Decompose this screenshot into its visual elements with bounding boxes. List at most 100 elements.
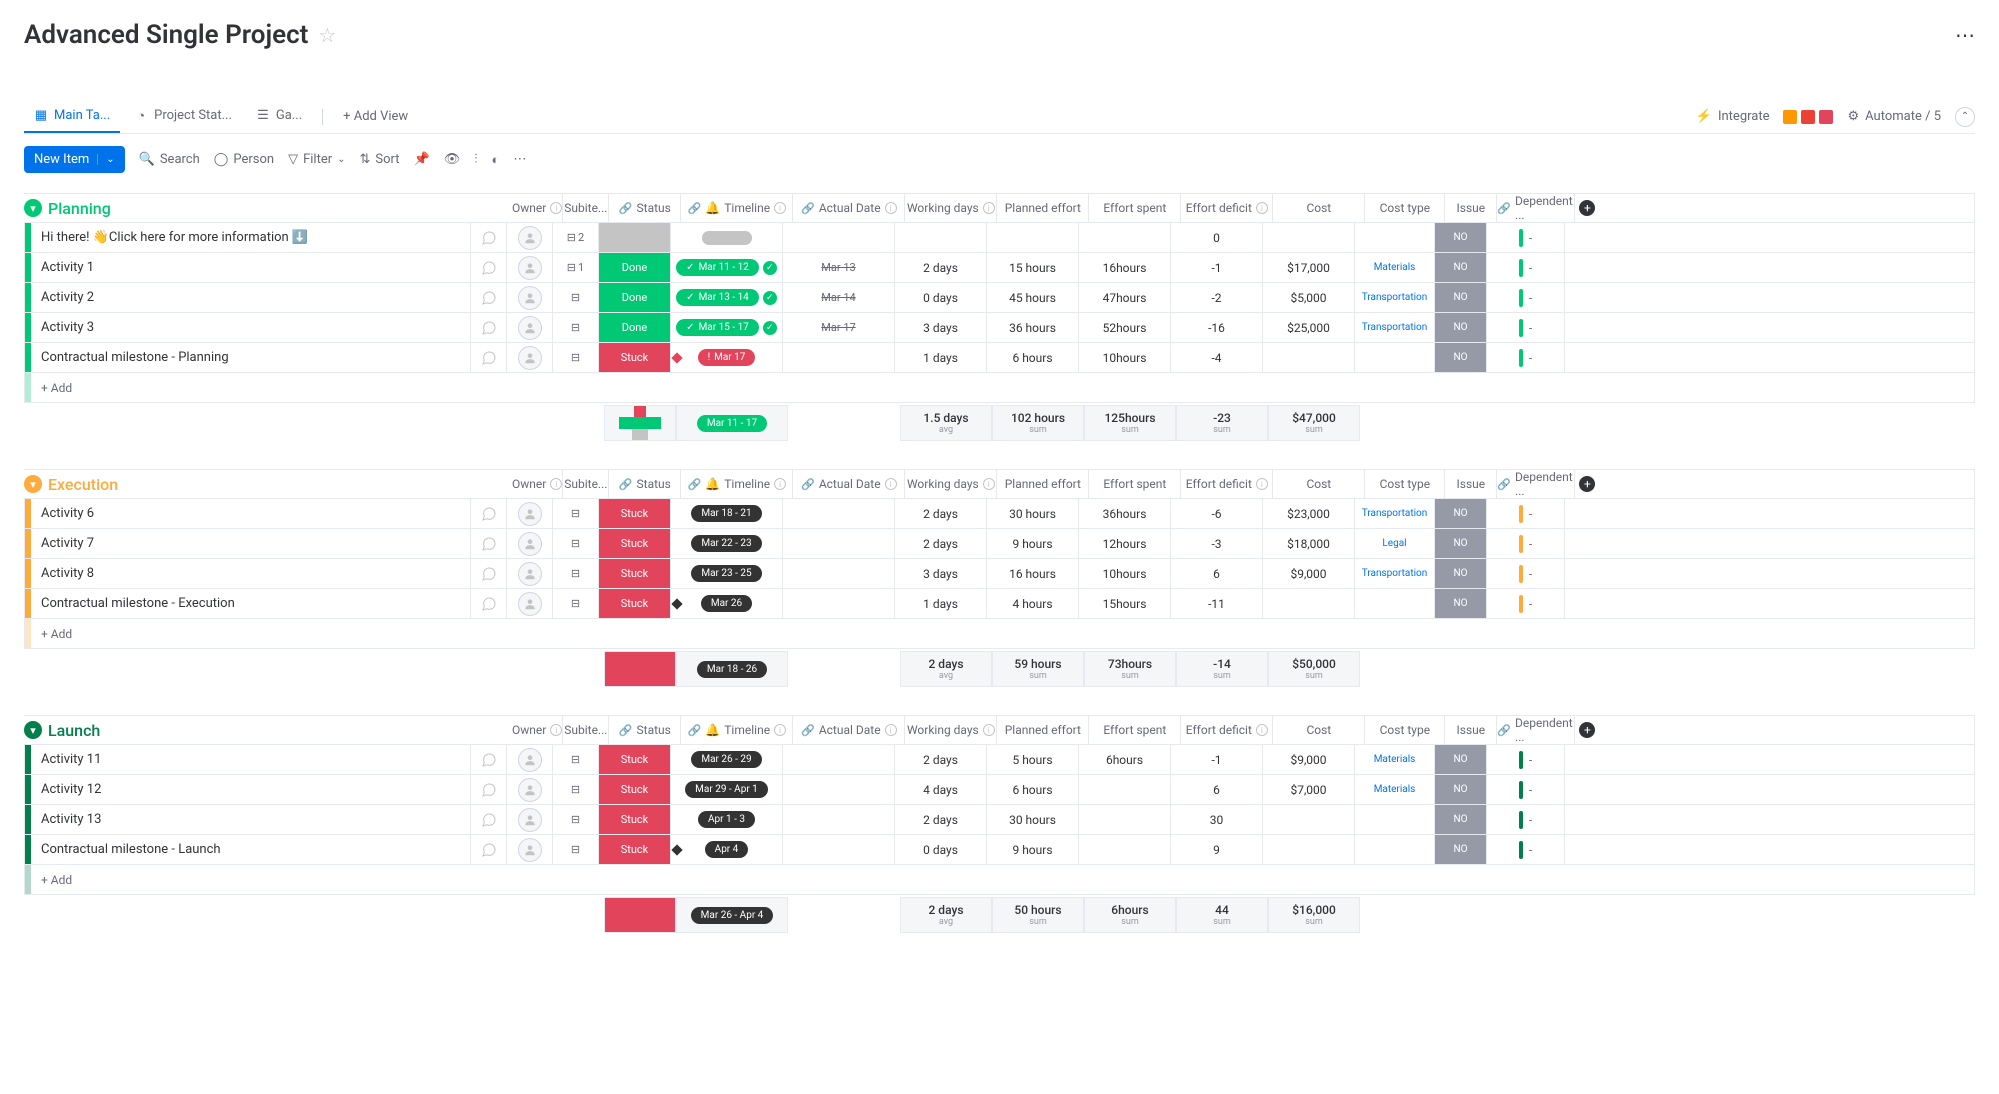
working-days-cell[interactable]: [895, 223, 987, 252]
integration-icon-2[interactable]: [1801, 110, 1815, 124]
issue-cell[interactable]: NO: [1435, 559, 1487, 588]
conversation-icon[interactable]: [471, 223, 507, 252]
collapse-icon[interactable]: ⌃: [1955, 107, 1975, 127]
planned-effort-cell[interactable]: 45 hours: [987, 283, 1079, 312]
cost-cell[interactable]: [1263, 343, 1355, 372]
group-collapse-icon[interactable]: ▾: [24, 199, 42, 217]
actual-date-cell[interactable]: [783, 343, 895, 372]
timeline-pill[interactable]: [702, 231, 752, 245]
group-title[interactable]: Execution: [48, 475, 118, 494]
table-row[interactable]: Hi there! 👋Click here for more informati…: [24, 223, 1975, 253]
conversation-icon[interactable]: [471, 253, 507, 282]
issue-cell[interactable]: NO: [1435, 775, 1487, 804]
star-icon[interactable]: ☆: [318, 23, 336, 47]
column-header-planned[interactable]: Planned effort: [997, 194, 1089, 222]
column-header-costtype[interactable]: Cost type: [1365, 470, 1445, 498]
cost-cell[interactable]: $7,000: [1263, 775, 1355, 804]
timeline-pill[interactable]: Mar 22 - 23: [691, 535, 761, 552]
dependent-cell[interactable]: -: [1487, 343, 1565, 372]
cost-type-cell[interactable]: [1355, 589, 1435, 618]
table-row[interactable]: Activity 7 ⊟ Stuck Mar 22 - 23 2 days 9 …: [24, 529, 1975, 559]
subitems-cell[interactable]: ⊟: [553, 745, 599, 774]
cost-type-cell[interactable]: [1355, 835, 1435, 864]
planned-effort-cell[interactable]: [987, 223, 1079, 252]
column-header-working[interactable]: Working daysi: [905, 194, 997, 222]
issue-cell[interactable]: NO: [1435, 589, 1487, 618]
cost-cell[interactable]: [1263, 835, 1355, 864]
integrate-button[interactable]: ⚡ Integrate: [1696, 109, 1770, 124]
column-header-actual[interactable]: 🔗Actual Datei: [793, 716, 905, 744]
issue-cell[interactable]: NO: [1435, 343, 1487, 372]
search-button[interactable]: 🔍Search: [139, 152, 200, 167]
column-header-status[interactable]: 🔗Status: [609, 470, 681, 498]
working-days-cell[interactable]: 1 days: [895, 589, 987, 618]
owner-cell[interactable]: [507, 745, 553, 774]
column-header-spent[interactable]: Effort spent: [1089, 194, 1181, 222]
effort-deficit-cell[interactable]: -1: [1171, 253, 1263, 282]
dependent-cell[interactable]: -: [1487, 499, 1565, 528]
integration-icon-3[interactable]: [1819, 110, 1833, 124]
owner-cell[interactable]: [507, 313, 553, 342]
status-cell[interactable]: Stuck: [599, 805, 671, 834]
owner-cell[interactable]: [507, 343, 553, 372]
column-header-deficit[interactable]: Effort deficiti: [1181, 716, 1273, 744]
conversation-icon[interactable]: [471, 559, 507, 588]
column-header-costtype[interactable]: Cost type: [1365, 716, 1445, 744]
effort-deficit-cell[interactable]: -2: [1171, 283, 1263, 312]
subitems-cell[interactable]: ⊟: [553, 499, 599, 528]
tab-main-table[interactable]: ▦ Main Ta...: [24, 100, 120, 133]
timeline-cell[interactable]: ✓Mar 13 - 14✓: [671, 283, 783, 312]
effort-deficit-cell[interactable]: -6: [1171, 499, 1263, 528]
owner-cell[interactable]: [507, 559, 553, 588]
table-row[interactable]: Contractual milestone - Planning ⊟ Stuck…: [24, 343, 1975, 373]
issue-cell[interactable]: NO: [1435, 283, 1487, 312]
actual-date-cell[interactable]: [783, 745, 895, 774]
cost-cell[interactable]: [1263, 805, 1355, 834]
conversation-icon[interactable]: [471, 589, 507, 618]
cost-type-cell[interactable]: Transportation: [1355, 499, 1435, 528]
cost-type-cell[interactable]: Materials: [1355, 745, 1435, 774]
effort-deficit-cell[interactable]: 30: [1171, 805, 1263, 834]
item-name[interactable]: Activity 2: [31, 283, 471, 312]
column-header-status[interactable]: 🔗Status: [609, 716, 681, 744]
column-header-issue[interactable]: Issue: [1445, 194, 1497, 222]
chevron-down-icon[interactable]: ⌄: [97, 154, 114, 165]
add-row[interactable]: + Add: [24, 865, 1975, 895]
working-days-cell[interactable]: 2 days: [895, 499, 987, 528]
issue-cell[interactable]: NO: [1435, 805, 1487, 834]
effort-deficit-cell[interactable]: 9: [1171, 835, 1263, 864]
status-cell[interactable]: Stuck: [599, 343, 671, 372]
column-header-subitems[interactable]: Subite...: [563, 716, 609, 744]
column-header-owner[interactable]: Owneri: [512, 194, 563, 222]
column-header-planned[interactable]: Planned effort: [997, 470, 1089, 498]
column-header-dependent[interactable]: 🔗Dependent ...: [1497, 470, 1575, 498]
owner-cell[interactable]: [507, 283, 553, 312]
working-days-cell[interactable]: 1 days: [895, 343, 987, 372]
dependent-cell[interactable]: -: [1487, 529, 1565, 558]
issue-cell[interactable]: NO: [1435, 313, 1487, 342]
working-days-cell[interactable]: 2 days: [895, 253, 987, 282]
timeline-cell[interactable]: ✓Mar 15 - 17✓: [671, 313, 783, 342]
table-row[interactable]: Activity 3 ⊟ Done ✓Mar 15 - 17✓ Mar 17 3…: [24, 313, 1975, 343]
timeline-cell[interactable]: Apr 4: [671, 835, 783, 864]
item-name[interactable]: Contractual milestone - Launch: [31, 835, 471, 864]
issue-cell[interactable]: NO: [1435, 499, 1487, 528]
pin-icon[interactable]: 📌: [414, 152, 430, 167]
effort-spent-cell[interactable]: 52hours: [1079, 313, 1171, 342]
actual-date-cell[interactable]: [783, 559, 895, 588]
owner-cell[interactable]: [507, 775, 553, 804]
column-header-cost[interactable]: Cost: [1273, 194, 1365, 222]
status-cell[interactable]: Done: [599, 313, 671, 342]
effort-spent-cell[interactable]: 12hours: [1079, 529, 1171, 558]
actual-date-cell[interactable]: [783, 805, 895, 834]
timeline-pill[interactable]: ✓Mar 11 - 12: [676, 259, 759, 276]
effort-deficit-cell[interactable]: -3: [1171, 529, 1263, 558]
working-days-cell[interactable]: 2 days: [895, 529, 987, 558]
effort-spent-cell[interactable]: 6hours: [1079, 745, 1171, 774]
column-header-cost[interactable]: Cost: [1273, 716, 1365, 744]
item-name[interactable]: Activity 8: [31, 559, 471, 588]
group-title[interactable]: Launch: [48, 721, 100, 740]
timeline-pill[interactable]: ✓Mar 15 - 17: [676, 319, 759, 336]
issue-cell[interactable]: NO: [1435, 745, 1487, 774]
conversation-icon[interactable]: [471, 529, 507, 558]
